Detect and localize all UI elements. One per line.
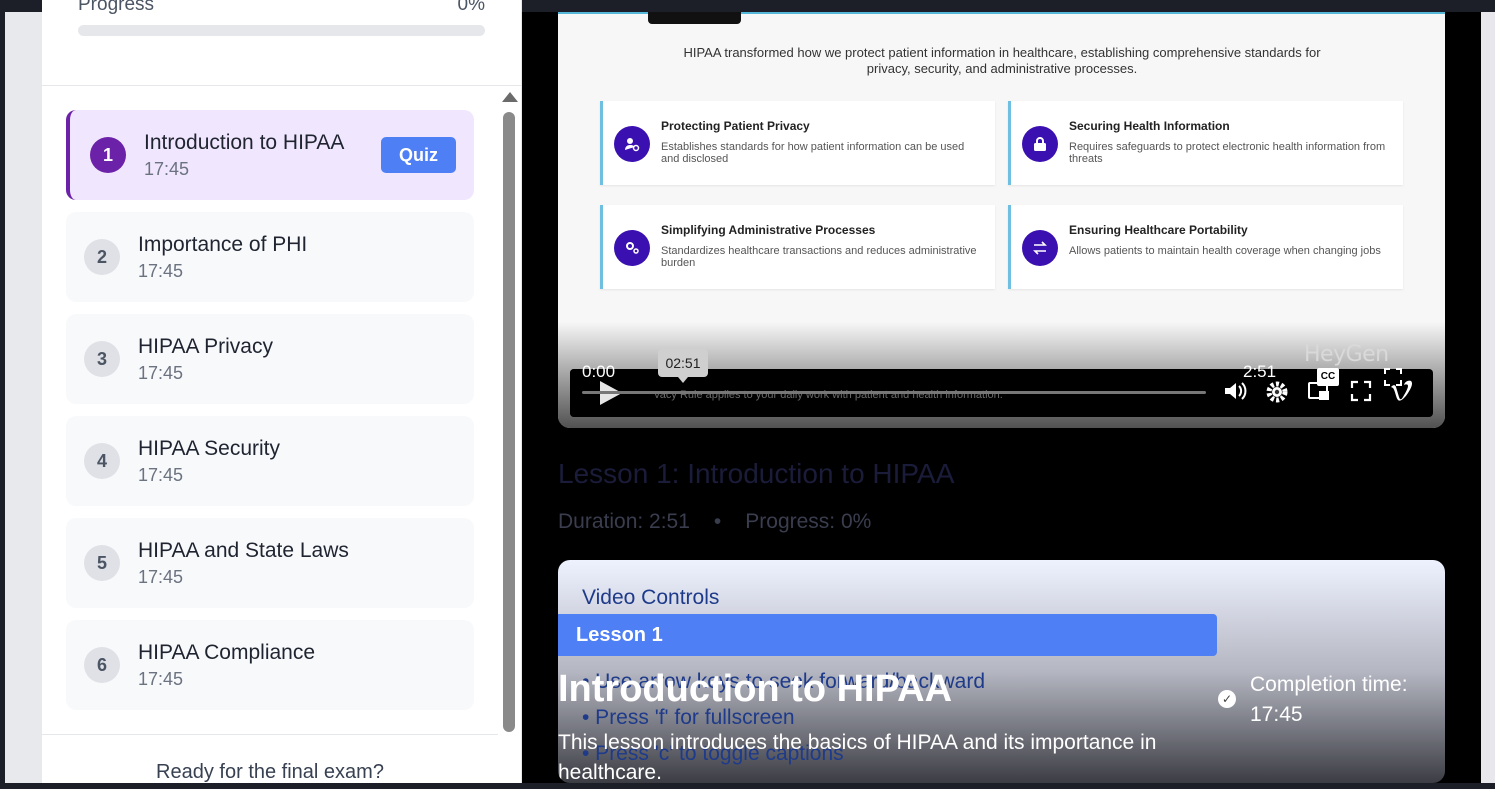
lesson-duration: 17:45 — [138, 567, 184, 587]
completion-value: 17:45 — [1250, 703, 1303, 726]
lesson-meta: Duration: 2:51 • Progress: 0% — [558, 510, 871, 534]
lock-icon — [1022, 126, 1058, 162]
lesson-heading: Lesson 1: Introduction to HIPAA — [558, 458, 955, 489]
card-title: Securing Health Information — [1069, 119, 1230, 133]
gears-icon — [614, 230, 650, 266]
video-player[interactable]: HIPAA transformed how we protect patient… — [558, 12, 1445, 428]
lesson-number-badge: 6 — [84, 647, 120, 683]
lesson-duration: 17:45 — [138, 261, 184, 281]
settings-button[interactable] — [1263, 380, 1291, 408]
fullscreen-icon — [1350, 380, 1372, 402]
scrollbar-thumb[interactable] — [503, 112, 515, 732]
lesson-progress-text: Progress: 0% — [745, 510, 872, 533]
lesson-number-badge: 1 — [90, 137, 126, 173]
lesson-duration-text: Duration: 2:51 — [558, 510, 690, 533]
lesson-number-badge: 2 — [84, 239, 120, 275]
divider — [42, 85, 521, 86]
card-description: Standardizes healthcare transactions and… — [661, 245, 977, 269]
pip-button[interactable] — [1305, 380, 1333, 408]
lesson-item-1[interactable]: 1 Introduction to HIPAA 17:45 Quiz — [66, 110, 474, 200]
scroll-up-arrow-icon[interactable] — [502, 92, 518, 102]
lesson-item-3[interactable]: 3 HIPAA Privacy 17:45 — [66, 314, 474, 404]
exchange-icon — [1022, 230, 1058, 266]
card-title: Simplifying Administrative Processes — [661, 223, 876, 237]
seek-bar[interactable] — [582, 391, 1206, 394]
vimeo-logo-button[interactable] — [1388, 380, 1416, 408]
progress-label: Progress — [78, 0, 155, 15]
vimeo-icon — [1391, 380, 1412, 401]
page-background-strip — [5, 12, 42, 783]
divider — [42, 734, 498, 735]
card-description: Requires safeguards to protect electroni… — [1069, 141, 1386, 165]
lesson-tag: Lesson 1 — [558, 614, 1217, 656]
video-controls-title: Video Controls — [582, 586, 720, 609]
page-right-strip — [1481, 12, 1495, 783]
final-exam-prompt: Ready for the final exam? — [156, 761, 384, 783]
window-bottom-edge — [0, 783, 1495, 789]
quiz-button[interactable]: Quiz — [381, 137, 456, 173]
lesson-duration: 17:45 — [138, 669, 184, 689]
lesson-list-scrollbar[interactable] — [500, 90, 520, 735]
lesson-title: HIPAA Compliance — [138, 641, 316, 664]
lesson-duration: 17:45 — [138, 363, 184, 383]
lesson-item-2[interactable]: 2 Importance of PHI 17:45 — [66, 212, 474, 302]
lesson-number-badge: 4 — [84, 443, 120, 479]
lesson-title: HIPAA Security — [138, 437, 280, 460]
overlay-lesson-description: This lesson introduces the basics of HIP… — [558, 731, 1157, 783]
progress-value: 0% — [457, 0, 485, 15]
slide-card-portability: Ensuring Healthcare Portability Allows p… — [1008, 205, 1403, 289]
card-description: Establishes standards for how patient in… — [661, 141, 965, 165]
card-description: Allows patients to maintain health cover… — [1069, 245, 1381, 257]
overlay-lesson-title: Introduction to HIPAA — [558, 668, 953, 710]
card-title: Ensuring Healthcare Portability — [1069, 223, 1248, 237]
gear-icon — [1266, 381, 1288, 403]
lesson-duration: 17:45 — [138, 465, 184, 485]
course-sidebar: Progress 0% 1 Introduction to HIPAA 17:4… — [42, 0, 522, 783]
slide-top-tab — [648, 12, 741, 24]
lesson-item-6[interactable]: 6 HIPAA Compliance 17:45 — [66, 620, 474, 710]
slide-card-security: Securing Health Information Requires saf… — [1008, 101, 1403, 185]
volume-button[interactable] — [1221, 380, 1249, 408]
progress-header: Progress 0% — [78, 0, 485, 15]
current-time: 0:00 — [582, 362, 616, 381]
card-title: Protecting Patient Privacy — [661, 119, 810, 133]
completion-label: Completion time: — [1250, 673, 1408, 696]
picture-in-picture-icon — [1308, 382, 1329, 400]
completion-time: Completion time: 17:45 — [1250, 670, 1440, 730]
heygen-watermark: HeyGen — [1304, 342, 1389, 367]
meta-separator: • — [713, 510, 722, 533]
lesson-title: HIPAA Privacy — [138, 335, 273, 358]
check-circle-icon: ✓ — [1218, 690, 1236, 708]
lesson-number-badge: 5 — [84, 545, 120, 581]
lesson-title: Importance of PHI — [138, 233, 308, 256]
main-content: HIPAA transformed how we protect patient… — [522, 12, 1481, 783]
seek-time-tooltip: 02:51 — [658, 349, 708, 383]
video-controls-panel: Video Controls • Use arrow keys to seek … — [558, 560, 1445, 783]
lesson-title: HIPAA and State Laws — [138, 539, 349, 562]
total-time: 2:51 — [1243, 362, 1277, 381]
slide-card-privacy: Protecting Patient Privacy Establishes s… — [600, 101, 995, 185]
slide-card-admin: Simplifying Administrative Processes Sta… — [600, 205, 995, 289]
lesson-duration: 17:45 — [144, 159, 190, 179]
slide-intro-text: HIPAA transformed how we protect patient… — [683, 45, 1321, 76]
volume-icon — [1225, 382, 1247, 400]
lesson-item-4[interactable]: 4 HIPAA Security 17:45 — [66, 416, 474, 506]
progress-bar — [78, 25, 485, 36]
fullscreen-button[interactable] — [1347, 380, 1375, 408]
user-shield-icon — [614, 126, 650, 162]
lesson-item-5[interactable]: 5 HIPAA and State Laws 17:45 — [66, 518, 474, 608]
lesson-title: Introduction to HIPAA — [144, 131, 345, 154]
lesson-number-badge: 3 — [84, 341, 120, 377]
